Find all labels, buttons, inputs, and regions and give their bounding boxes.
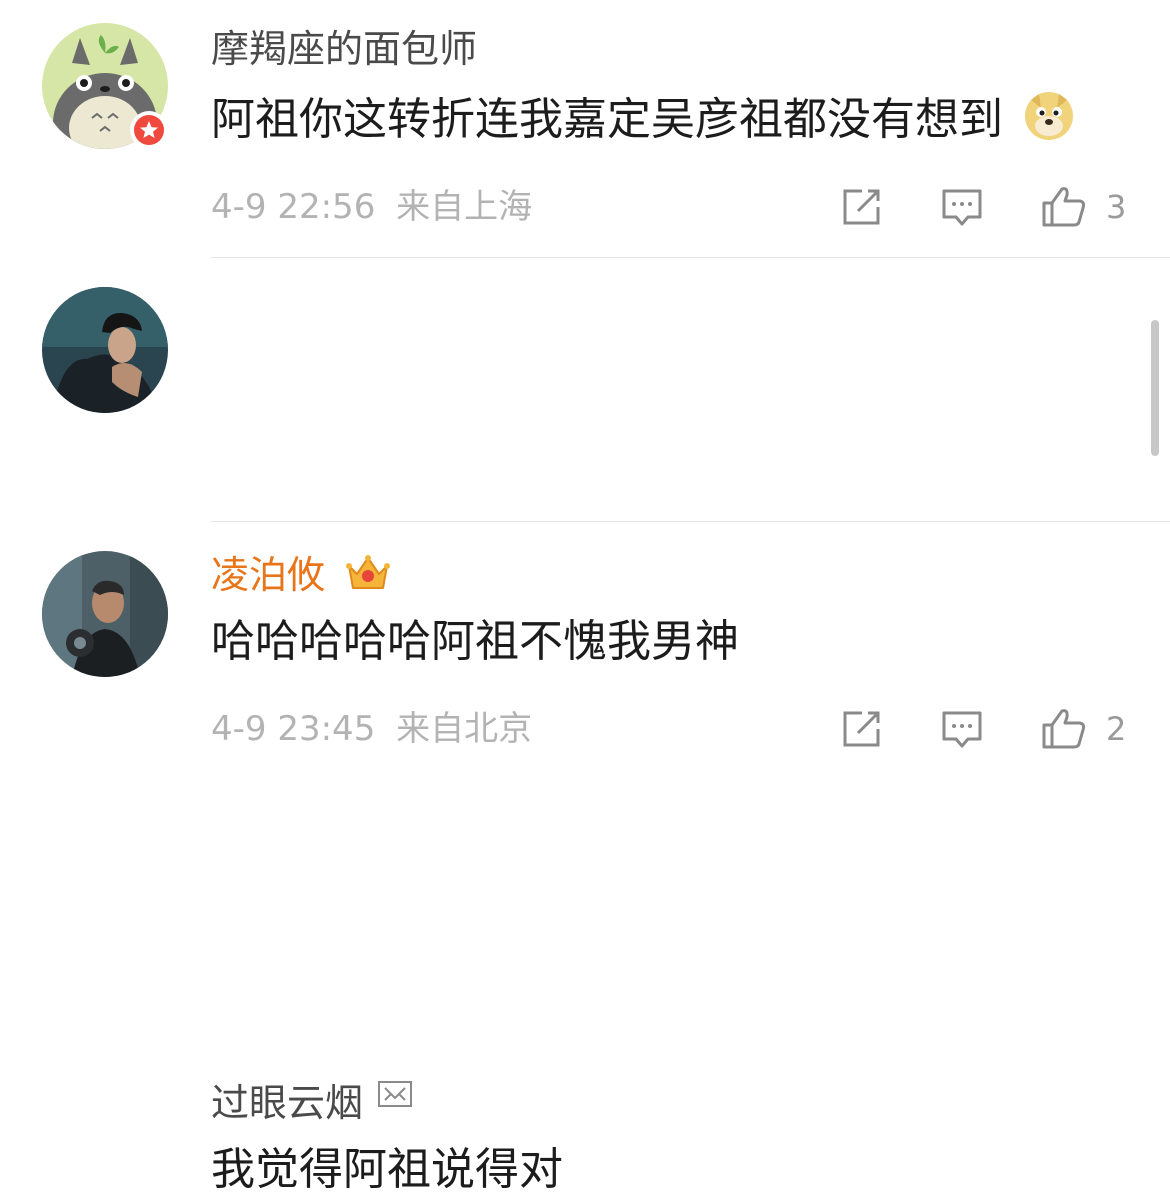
comment-item: 过眼云烟 我觉得阿祖说得对 — [0, 522, 1170, 1195]
portrait-avatar-image — [42, 287, 168, 413]
comment-username-text: 过眼云烟 — [211, 1081, 364, 1125]
reply-button[interactable] — [940, 185, 984, 229]
member-badge-icon — [378, 1081, 413, 1107]
comment-item: 凌泊攸 哈哈哈哈哈阿祖不愧我男神 4-9 23:45 来自北京 2 — [0, 258, 1170, 749]
comment-time: 4-9 22:56 — [211, 187, 376, 227]
comment-username[interactable]: 过眼云烟 — [211, 1078, 413, 1128]
comment-item: 摩羯座的面包师 阿祖你这转折连我嘉定吴彦祖都没有想到 4-9 22:56 来自上… — [0, 0, 1170, 258]
comment-icon — [942, 189, 982, 226]
comment-meta: 4-9 22:56 来自上海 — [211, 185, 532, 229]
verified-badge-icon — [130, 111, 168, 149]
share-button[interactable] — [840, 185, 884, 229]
avatar[interactable] — [42, 551, 168, 677]
share-icon — [843, 189, 880, 225]
scrollbar[interactable] — [1151, 320, 1159, 456]
like-button[interactable]: 3 — [1040, 185, 1126, 229]
comment-text: 我觉得阿祖说得对 — [211, 1144, 563, 1195]
avatar[interactable] — [42, 287, 168, 413]
thumbs-up-icon — [1042, 187, 1086, 227]
movie-poster-avatar-image — [42, 551, 168, 677]
like-count: 3 — [1106, 188, 1127, 226]
doge-icon — [1025, 92, 1073, 140]
comment-location: 来自上海 — [396, 187, 533, 227]
comment-username[interactable]: 摩羯座的面包师 — [211, 24, 477, 74]
comment-text-content: 阿祖你这转折连我嘉定吴彦祖都没有想到 — [211, 94, 1003, 145]
comment-text: 阿祖你这转折连我嘉定吴彦祖都没有想到 — [211, 90, 1075, 149]
